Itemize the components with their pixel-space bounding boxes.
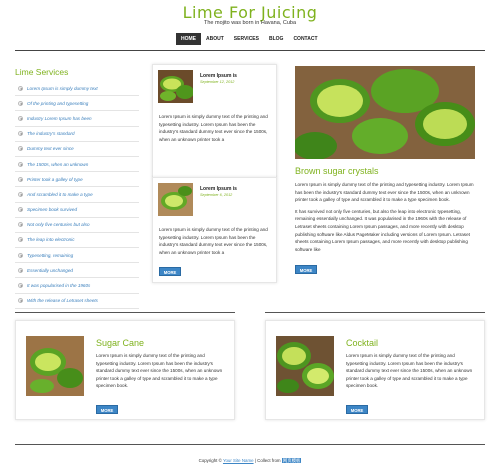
post-thumbnail[interactable] <box>158 183 193 216</box>
sidebar-link[interactable]: It was popularised in the 1960s <box>15 278 139 294</box>
arrow-bullet-icon <box>18 207 23 213</box>
more-button[interactable]: MORE <box>96 405 118 414</box>
more-button[interactable]: MORE <box>295 265 317 274</box>
sidebar-link[interactable]: Essentially unchanged <box>15 263 139 279</box>
nav-contact[interactable]: CONTACT <box>288 33 322 45</box>
featured-article: Brown sugar crystals Lorem Ipsum is simp… <box>290 64 485 280</box>
sidebar-link[interactable]: Industry Lorem Ipsum has been <box>15 111 139 127</box>
arrow-bullet-icon <box>18 283 23 289</box>
sidebar: Lime Services Lorem Ipsum is simply dumm… <box>15 67 139 309</box>
sidebar-link[interactable]: Lorem Ipsum is simply dummy text <box>15 81 139 97</box>
site-header: Lime For Juicing The mojito was born in … <box>0 0 500 30</box>
sidebar-link[interactable]: The 1500s, when an unknown <box>15 157 139 173</box>
main-nav: HOME ABOUT SERVICES BLOG CONTACT <box>176 33 323 45</box>
sidebar-link-label: Printer took a galley of type <box>27 176 83 182</box>
sidebar-link[interactable]: The industry's standard <box>15 127 139 142</box>
post-date: September 12, 2012 <box>200 80 235 84</box>
post-card: Lorem Ipsum is September 6, 2012 Lorem I… <box>152 177 277 283</box>
arrow-bullet-icon <box>18 115 23 121</box>
sidebar-link[interactable]: The leap into electronic <box>15 233 139 249</box>
sidebar-link[interactable]: Printer took a galley of type <box>15 172 139 188</box>
featured-paragraph: It has survived not only five centuries,… <box>295 208 470 252</box>
post-card: Lorem Ipsum is September 12, 2012 Lorem … <box>152 64 277 227</box>
arrow-bullet-icon <box>18 252 23 258</box>
post-date: September 6, 2012 <box>200 193 233 197</box>
card-text: Lorem Ipsum is simply dummy text of the … <box>346 353 473 389</box>
sidebar-link[interactable]: Specimen book survived <box>15 203 139 218</box>
arrow-bullet-icon <box>18 131 23 137</box>
arrow-bullet-icon <box>18 100 23 106</box>
sidebar-link-label: Industry Lorem Ipsum has been <box>27 115 92 121</box>
arrow-bullet-icon <box>18 267 23 273</box>
sidebar-link-label: It was popularised in the 1960s <box>27 283 91 289</box>
bottom-card: Cocktail Lorem Ipsum is simply dummy tex… <box>265 320 485 420</box>
sidebar-link[interactable]: Of the printing and typesetting <box>15 96 139 112</box>
card-text: Lorem Ipsum is simply dummy text of the … <box>96 353 223 389</box>
arrow-bullet-icon <box>18 146 23 152</box>
sidebar-link[interactable]: And scrambled it to make a type <box>15 187 139 203</box>
site-tagline: The mojito was born in Havana, Cuba <box>203 20 297 26</box>
footer-divider <box>15 444 485 445</box>
sidebar-link[interactable]: Typesetting, remaining <box>15 248 139 264</box>
sidebar-link-label: Specimen book survived <box>27 207 78 213</box>
arrow-bullet-icon <box>18 85 23 91</box>
post-title[interactable]: Lorem Ipsum is <box>200 73 237 79</box>
sidebar-list: Lorem Ipsum is simply dummy text Of the p… <box>15 81 139 309</box>
site-footer: Copyright © Your Site Name | Collect fro… <box>0 458 500 464</box>
sidebar-link-label: Of the printing and typesetting <box>27 100 89 106</box>
featured-body: Lorem Ipsum is simply dummy text of the … <box>295 181 477 253</box>
sidebar-title: Lime Services <box>15 67 69 77</box>
featured-paragraph: Lorem Ipsum is simply dummy text of the … <box>295 182 474 203</box>
nav-services[interactable]: SERVICES <box>229 33 264 45</box>
sidebar-link-label: And scrambled it to make a type <box>27 191 93 197</box>
footer-copyright: Copyright © <box>198 458 222 463</box>
nav-blog[interactable]: BLOG <box>264 33 288 45</box>
nav-about[interactable]: ABOUT <box>201 33 229 45</box>
sidebar-link[interactable]: With the release of Letraset sheets <box>15 294 139 309</box>
arrow-bullet-icon <box>18 222 23 228</box>
sidebar-link-label: The leap into electronic <box>27 237 75 243</box>
sidebar-link-label: Essentially unchanged <box>27 267 73 273</box>
section-divider <box>15 312 235 313</box>
post-excerpt: Lorem Ipsum is simply dummy text of the … <box>159 227 268 255</box>
sidebar-link-label: The 1500s, when an unknown <box>27 161 89 167</box>
sidebar-link-label: Typesetting, remaining <box>27 252 74 258</box>
post-title[interactable]: Lorem Ipsum is <box>200 186 237 192</box>
nav-divider <box>15 50 485 51</box>
arrow-bullet-icon <box>18 298 23 304</box>
sidebar-link-label: Dummy text ever since <box>27 146 74 152</box>
more-button[interactable]: MORE <box>159 267 181 276</box>
bottom-card: Sugar Cane Lorem Ipsum is simply dummy t… <box>15 320 235 420</box>
arrow-bullet-icon <box>18 191 23 197</box>
sidebar-link[interactable]: Not only five centuries but also <box>15 218 139 233</box>
sidebar-link-label: Not only five centuries but also <box>27 222 90 228</box>
post-thumbnail[interactable] <box>158 70 193 103</box>
footer-site-link[interactable]: Your Site Name <box>223 458 254 463</box>
sidebar-link-label: The industry's standard <box>27 131 75 137</box>
sidebar-link[interactable]: Dummy text ever since <box>15 142 139 157</box>
footer-collect-text: | Collect from <box>254 458 281 463</box>
arrow-bullet-icon <box>18 161 23 167</box>
sidebar-link-label: Lorem Ipsum is simply dummy text <box>27 85 98 91</box>
card-title[interactable]: Cocktail <box>346 338 378 348</box>
card-image[interactable] <box>26 336 84 396</box>
card-image[interactable] <box>276 336 334 396</box>
post-excerpt: Lorem Ipsum is simply dummy text of the … <box>159 114 268 142</box>
arrow-bullet-icon <box>18 176 23 182</box>
sidebar-link-label: With the release of Letraset sheets <box>27 298 98 304</box>
section-divider <box>265 312 485 313</box>
card-title[interactable]: Sugar Cane <box>96 338 144 348</box>
arrow-bullet-icon <box>18 237 23 243</box>
more-button[interactable]: MORE <box>346 405 368 414</box>
nav-home[interactable]: HOME <box>176 33 201 45</box>
featured-image[interactable] <box>295 66 475 159</box>
footer-collect-link[interactable]: 网页模板 <box>281 458 302 463</box>
featured-title[interactable]: Brown sugar crystals <box>295 166 379 176</box>
